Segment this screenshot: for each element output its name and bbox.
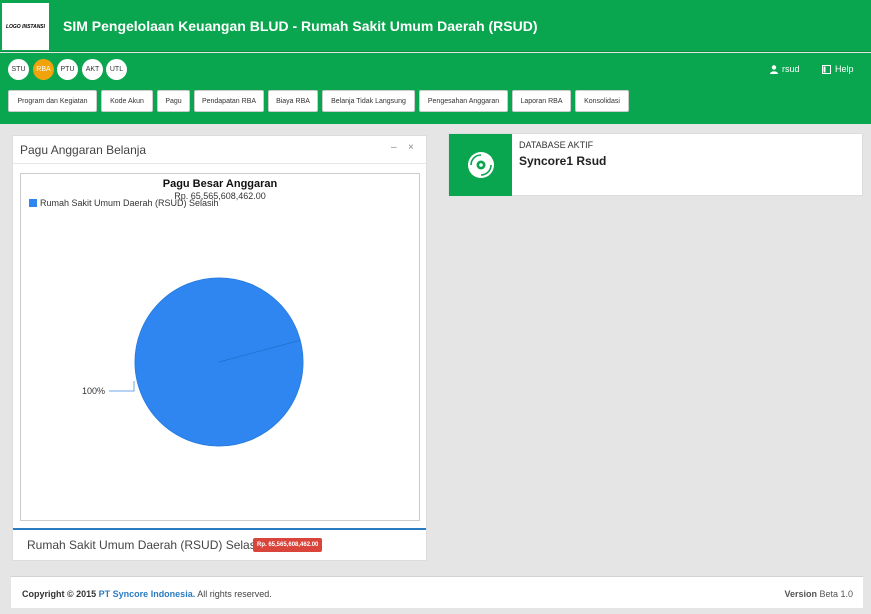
pagu-anggaran-panel: Pagu Anggaran Belanja – × Pagu Besar Ang…: [12, 135, 427, 561]
help-label: Help: [835, 64, 854, 74]
rights-text: All rights reserved.: [195, 589, 272, 599]
user-name: rsud: [782, 64, 800, 74]
active-database-box: DATABASE AKTIF Syncore1 Rsud: [448, 133, 863, 196]
page-footer: Copyright © 2015 PT Syncore Indonesia. A…: [11, 576, 863, 608]
user-menu[interactable]: rsud: [770, 64, 800, 74]
version-value: Beta 1.0: [816, 589, 853, 599]
module-utl-button[interactable]: UTL: [106, 59, 127, 80]
module-stu-button[interactable]: STU: [8, 59, 29, 80]
menu-biaya-rba[interactable]: Biaya RBA: [268, 90, 318, 112]
menu-program-dan-kegiatan[interactable]: Program dan Kegiatan: [8, 90, 97, 112]
pie-plot-area: 100%: [82, 277, 304, 447]
app-title: SIM Pengelolaan Keuangan BLUD - Rumah Sa…: [63, 18, 538, 34]
module-rba-button[interactable]: RBA: [33, 59, 54, 80]
panel-footer: Rumah Sakit Umum Daerah (RSUD) Selasih R…: [13, 528, 426, 560]
database-name: Syncore1 Rsud: [519, 154, 607, 168]
user-icon: [770, 64, 778, 74]
module-akt-button[interactable]: AKT: [82, 59, 103, 80]
panel-title: Pagu Anggaran Belanja: [20, 143, 147, 157]
footer-unit-name: Rumah Sakit Umum Daerah (RSUD) Selasih: [27, 538, 266, 552]
help-link[interactable]: Help: [822, 64, 854, 74]
version-info: Version Beta 1.0: [784, 589, 853, 599]
pie-chart: Pagu Besar Anggaran Rp. 65,565,608,462.0…: [20, 173, 420, 521]
institution-logo[interactable]: LOGO INSTANSI: [2, 3, 49, 50]
menu-pagu[interactable]: Pagu: [157, 90, 190, 112]
menu-laporan-rba[interactable]: Laporan RBA: [512, 90, 571, 112]
database-label: DATABASE AKTIF: [519, 140, 594, 150]
version-label: Version: [784, 589, 817, 599]
minimize-button[interactable]: –: [391, 142, 397, 153]
company-link[interactable]: PT Syncore Indonesia.: [99, 589, 196, 599]
menu-pendapatan-rba[interactable]: Pendapatan RBA: [194, 90, 264, 112]
module-ptu-button[interactable]: PTU: [57, 59, 78, 80]
navigation-bar: STU RBA PTU AKT UTL rsud Help Program da…: [0, 53, 871, 124]
menu-pengesahan-anggaran[interactable]: Pengesahan Anggaran: [419, 90, 508, 112]
menu-kode-akun[interactable]: Kode Akun: [101, 90, 153, 112]
panel-header: Pagu Anggaran Belanja – ×: [13, 136, 426, 164]
pie-data-label: 100%: [82, 386, 105, 396]
info-icon-box: [449, 134, 512, 196]
top-header: LOGO INSTANSI SIM Pengelolaan Keuangan B…: [0, 0, 871, 52]
book-icon: [822, 64, 831, 74]
menu-konsolidasi[interactable]: Konsolidasi: [575, 90, 629, 112]
disc-icon: [467, 152, 494, 178]
menu-belanja-tidak-langsung[interactable]: Belanja Tidak Langsung: [322, 90, 415, 112]
copyright-prefix: Copyright © 2015: [22, 589, 97, 599]
amount-badge: Rp. 65,565,608,462.00: [253, 538, 323, 552]
close-button[interactable]: ×: [408, 142, 414, 153]
copyright-text: Copyright © 2015 PT Syncore Indonesia. A…: [22, 589, 272, 599]
data-label-leader: [109, 381, 135, 392]
